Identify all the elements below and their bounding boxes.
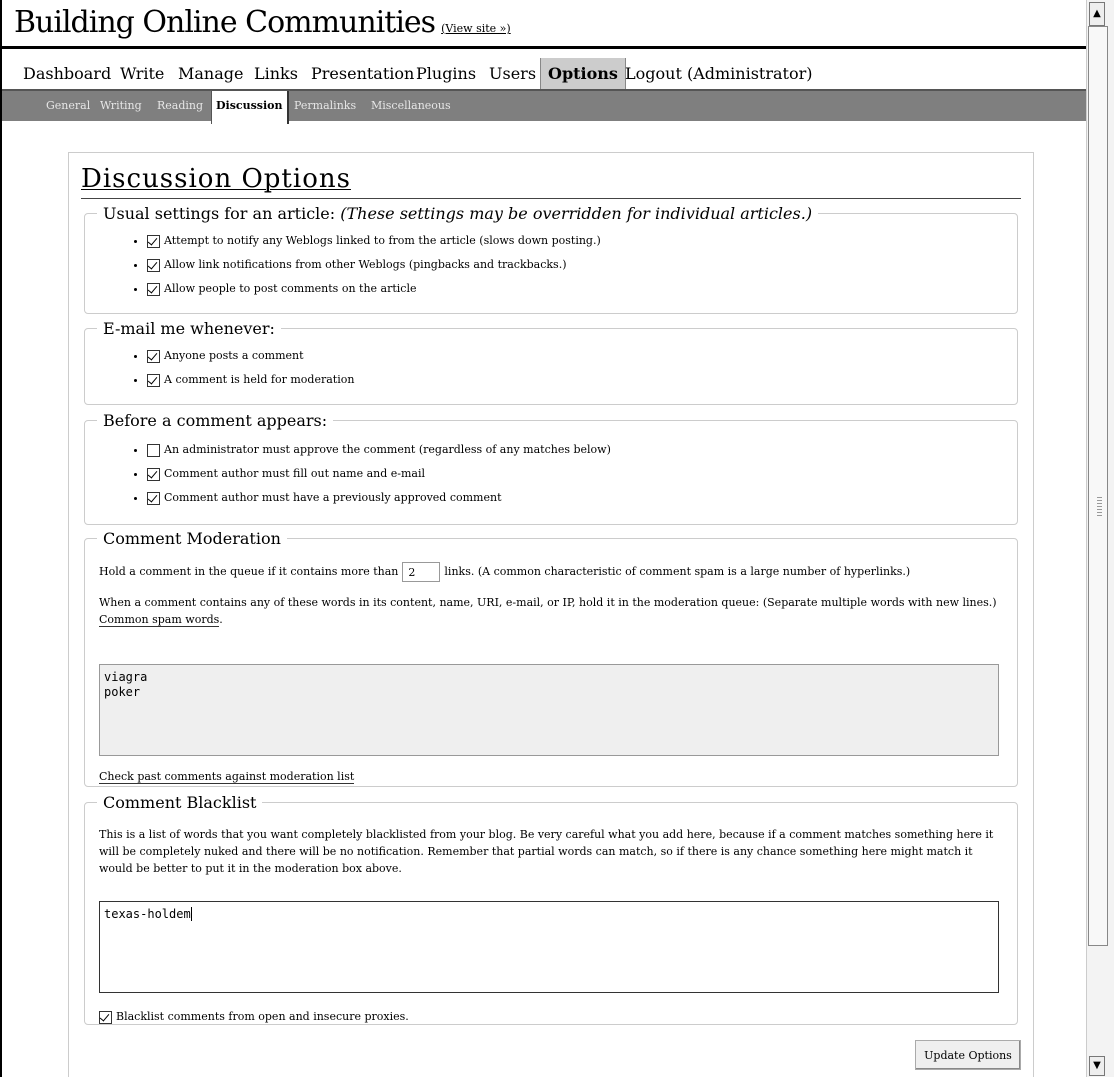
words-description: When a comment contains any of these wor… — [99, 596, 997, 609]
blacklist-legend: Comment Blacklist — [103, 793, 257, 812]
page: Building Online Communities (View site »)… — [0, 0, 1086, 1077]
usual-settings-title: Usual settings for an article: — [103, 204, 336, 223]
subnav-discussion[interactable]: Discussion — [211, 91, 289, 124]
usual-settings-fieldset: Usual settings for an article: (These se… — [84, 204, 1018, 314]
blacklist-value: texas-holdem — [104, 907, 191, 921]
option-label: Attempt to notify any Weblogs linked to … — [164, 234, 601, 247]
email-moderation-checkbox[interactable] — [147, 373, 160, 387]
blacklist-keys-textarea[interactable]: texas-holdem — [99, 901, 999, 993]
subnav-miscellaneous[interactable]: Miscellaneous — [367, 91, 455, 121]
option-label: Allow people to post comments on the art… — [164, 282, 417, 295]
list-item: Comment author must fill out name and e-… — [147, 462, 1017, 486]
pingbacks-checkbox[interactable] — [147, 258, 160, 272]
subnav-writing[interactable]: Writing — [96, 91, 146, 121]
allow-comments-checkbox[interactable] — [147, 282, 160, 296]
email-list: Anyone posts a comment A comment is held… — [85, 344, 1017, 392]
option-label: Allow link notifications from other Webl… — [164, 258, 567, 271]
nav-options[interactable]: Options — [540, 58, 626, 90]
text-cursor — [190, 907, 192, 921]
nav-presentation[interactable]: Presentation — [304, 58, 421, 90]
sub-nav: General Writing Reading Discussion Perma… — [2, 89, 1086, 124]
vertical-scrollbar[interactable]: ▲ ▼ — [1086, 0, 1114, 1077]
subnav-general[interactable]: General — [42, 91, 94, 121]
list-item: Allow people to post comments on the art… — [147, 277, 1017, 301]
admin-approve-checkbox[interactable] — [147, 443, 160, 457]
view-site-link[interactable]: (View site ») — [441, 22, 511, 35]
before-comment-fieldset: Before a comment appears: An administrat… — [84, 411, 1018, 525]
moderation-keys-textarea[interactable]: viagra poker — [99, 664, 999, 756]
nav-manage[interactable]: Manage — [171, 58, 250, 90]
check-past-row: Check past comments against moderation l… — [99, 768, 355, 785]
option-label: Comment author must have a previously ap… — [164, 491, 502, 504]
scroll-down-icon[interactable]: ▼ — [1089, 1056, 1105, 1076]
scroll-thumb[interactable] — [1088, 26, 1108, 946]
page-title: Discussion Options — [81, 164, 1021, 199]
before-comment-legend: Before a comment appears: — [103, 411, 328, 430]
require-name-email-checkbox[interactable] — [147, 467, 160, 481]
list-item: Attempt to notify any Weblogs linked to … — [147, 229, 1017, 253]
usual-settings-note: (These settings may be overridden for in… — [340, 204, 813, 223]
hold-suffix-text: links. (A common characteristic of comme… — [444, 565, 911, 578]
email-any-comment-checkbox[interactable] — [147, 349, 160, 363]
hold-prefix-text: Hold a comment in the queue if it contai… — [99, 565, 399, 578]
moderation-words-text: When a comment contains any of these wor… — [99, 596, 997, 627]
links-count-input[interactable]: 2 — [402, 562, 441, 582]
nav-plugins[interactable]: Plugins — [409, 58, 483, 90]
blacklist-proxies-checkbox[interactable] — [99, 1010, 112, 1024]
options-panel: Discussion Options Usual settings for an… — [68, 152, 1034, 1077]
list-item: Allow link notifications from other Webl… — [147, 253, 1017, 277]
nav-users[interactable]: Users — [482, 58, 543, 90]
nav-links[interactable]: Links — [247, 58, 305, 90]
usual-settings-list: Attempt to notify any Weblogs linked to … — [85, 229, 1017, 301]
list-item: Comment author must have a previously ap… — [147, 486, 1017, 510]
update-options-button[interactable]: Update Options — [915, 1040, 1021, 1070]
list-item: Anyone posts a comment — [147, 344, 1017, 368]
moderation-links-row: Hold a comment in the queue if it contai… — [99, 562, 1003, 582]
moderation-fieldset: Comment Moderation Hold a comment in the… — [84, 529, 1018, 787]
site-title: Building Online Communities — [14, 5, 436, 40]
scroll-up-icon[interactable]: ▲ — [1089, 2, 1105, 26]
nav-logout[interactable]: Logout (Administrator) — [618, 58, 819, 90]
nav-write[interactable]: Write — [113, 58, 171, 90]
proxy-label: Blacklist comments from open and insecur… — [116, 1010, 409, 1023]
option-label: An administrator must approve the commen… — [164, 443, 611, 456]
option-label: Comment author must fill out name and e-… — [164, 467, 426, 480]
site-title-wrap: Building Online Communities (View site ») — [14, 5, 511, 40]
email-fieldset: E-mail me whenever: Anyone posts a comme… — [84, 319, 1018, 405]
list-item: An administrator must approve the commen… — [147, 438, 1017, 462]
check-past-comments-link[interactable]: Check past comments against moderation l… — [99, 770, 355, 784]
usual-settings-legend: Usual settings for an article: (These se… — [97, 204, 818, 223]
common-spam-words-link[interactable]: Common spam words — [99, 613, 220, 627]
notify-weblogs-checkbox[interactable] — [147, 234, 160, 248]
subnav-permalinks[interactable]: Permalinks — [290, 91, 360, 121]
proxy-row: Blacklist comments from open and insecur… — [99, 1008, 409, 1025]
blacklist-description: This is a list of words that you want co… — [99, 828, 994, 875]
site-header: Building Online Communities (View site ») — [2, 0, 1086, 49]
nav-dashboard[interactable]: Dashboard — [16, 58, 118, 90]
blacklist-fieldset: Comment Blacklist This is a list of word… — [84, 793, 1018, 1025]
subnav-reading[interactable]: Reading — [153, 91, 207, 121]
list-item: A comment is held for moderation — [147, 368, 1017, 392]
option-label: Anyone posts a comment — [164, 349, 304, 362]
before-comment-list: An administrator must approve the commen… — [85, 438, 1017, 510]
option-label: A comment is held for moderation — [164, 373, 355, 386]
main-nav: Dashboard Write Manage Links Presentatio… — [2, 56, 1086, 90]
email-legend: E-mail me whenever: — [103, 319, 275, 338]
previously-approved-checkbox[interactable] — [147, 491, 160, 505]
scroll-grip-icon — [1097, 497, 1102, 517]
moderation-legend: Comment Moderation — [103, 529, 281, 548]
